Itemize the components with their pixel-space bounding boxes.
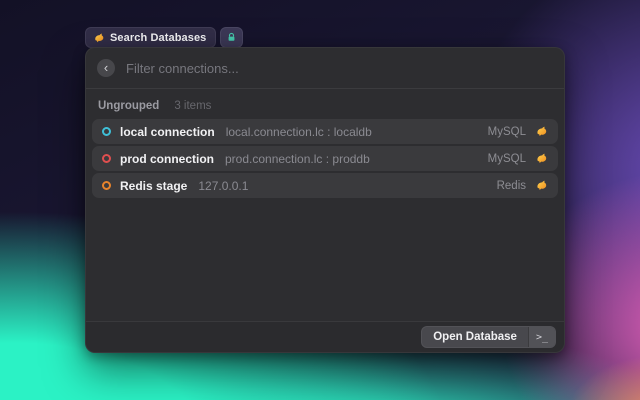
- search-input[interactable]: Filter connections...: [126, 61, 239, 76]
- row-title: Redis stage: [120, 179, 187, 193]
- extension-chip[interactable]: Search Databases: [85, 27, 216, 48]
- status-ring-icon: [102, 181, 111, 190]
- row-db-type: MySQL: [488, 153, 526, 165]
- row-title: local connection: [120, 125, 215, 139]
- row-subtitle: 127.0.0.1: [198, 179, 248, 193]
- row-db-type: Redis: [497, 180, 526, 192]
- open-database-label: Open Database: [422, 327, 528, 347]
- connections-list: Ungrouped 3 items local connection local…: [86, 89, 564, 205]
- status-ring-icon: [102, 154, 111, 163]
- status-ring-icon: [102, 127, 111, 136]
- open-database-button[interactable]: Open Database >_: [421, 326, 556, 348]
- connection-row-local[interactable]: local connection local.connection.lc : l…: [92, 119, 558, 144]
- terminal-prompt-icon: >_: [528, 327, 555, 347]
- connection-row-prod[interactable]: prod connection prod.connection.lc : pro…: [92, 146, 558, 171]
- section-header: Ungrouped 3 items: [92, 94, 558, 119]
- action-bar: Open Database >_: [86, 321, 564, 352]
- search-bar[interactable]: ‹ Filter connections...: [86, 48, 564, 89]
- row-subtitle: local.connection.lc : localdb: [226, 125, 372, 139]
- back-button[interactable]: ‹: [97, 59, 115, 77]
- section-count: 3 items: [174, 100, 211, 112]
- row-db-type: MySQL: [488, 126, 526, 138]
- extension-chip-badge[interactable]: [220, 27, 243, 48]
- dolphin-icon: [535, 179, 548, 192]
- section-title: Ungrouped: [98, 100, 159, 112]
- dolphin-icon: [535, 125, 548, 138]
- lock-icon: [226, 32, 237, 43]
- extension-chip-label: Search Databases: [110, 32, 206, 44]
- extension-chip-row: Search Databases: [85, 27, 243, 48]
- connection-row-redis[interactable]: Redis stage 127.0.0.1 Redis: [92, 173, 558, 198]
- chevron-left-icon: ‹: [104, 61, 108, 74]
- dolphin-icon: [535, 152, 548, 165]
- dolphin-icon: [93, 32, 105, 44]
- launcher-panel: ‹ Filter connections... Ungrouped 3 item…: [85, 47, 565, 353]
- row-subtitle: prod.connection.lc : proddb: [225, 152, 370, 166]
- row-title: prod connection: [120, 152, 214, 166]
